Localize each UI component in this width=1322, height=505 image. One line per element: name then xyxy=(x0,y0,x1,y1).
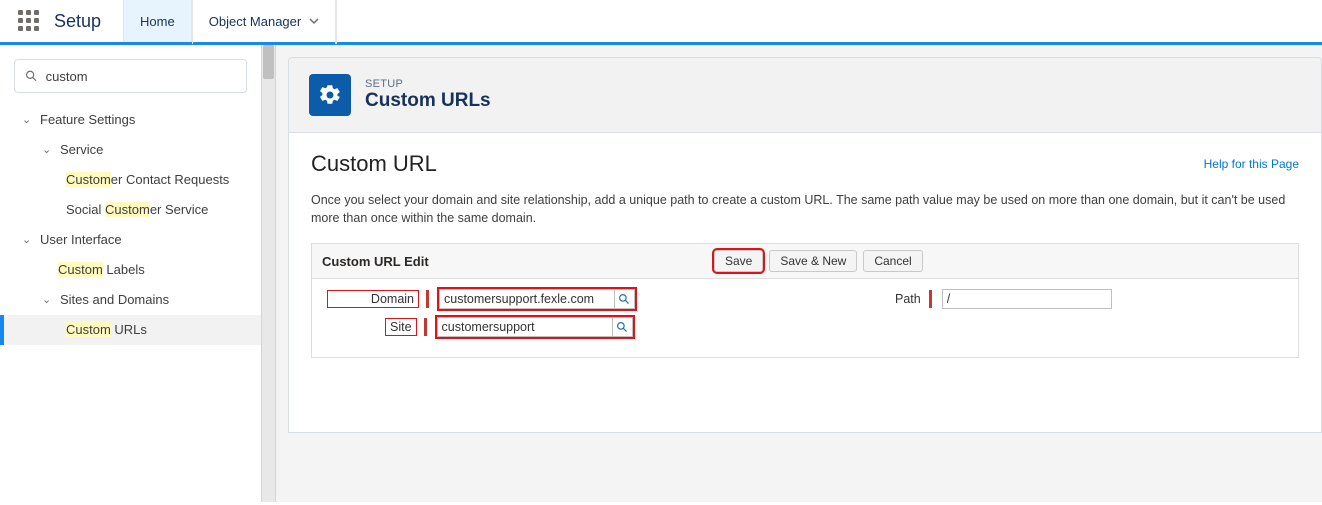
tree-node-sites-domains[interactable]: ⌄ Sites and Domains xyxy=(0,285,261,315)
required-indicator xyxy=(424,318,427,336)
section-description: Once you select your domain and site rel… xyxy=(311,191,1299,227)
path-label: Path xyxy=(895,292,921,306)
help-link[interactable]: Help for this Page xyxy=(1204,157,1299,171)
cancel-button[interactable]: Cancel xyxy=(863,250,922,272)
chevron-down-icon: ⌄ xyxy=(42,291,56,309)
setup-tree: ⌄ Feature Settings ⌄ Service Customer Co… xyxy=(0,105,261,345)
chevron-down-icon: ⌄ xyxy=(22,231,36,249)
tree-node-service[interactable]: ⌄ Service xyxy=(0,135,261,165)
tree-item-social-customer-service[interactable]: Social Customer Service xyxy=(0,195,261,225)
save-and-new-button[interactable]: Save & New xyxy=(769,250,857,272)
page-header: SETUP Custom URLs xyxy=(288,57,1322,133)
tree-label: Sites and Domains xyxy=(60,291,169,309)
search-input[interactable] xyxy=(46,69,236,84)
quick-find-search[interactable] xyxy=(14,59,247,93)
required-indicator xyxy=(929,290,932,308)
edit-header-title: Custom URL Edit xyxy=(322,254,429,269)
detail-panel: Help for this Page Custom URL Once you s… xyxy=(288,133,1322,433)
app-launcher-icon[interactable] xyxy=(18,10,40,32)
path-field-row: Path xyxy=(895,289,1112,309)
site-input[interactable] xyxy=(437,317,613,337)
section-title: Custom URL xyxy=(311,151,1299,177)
tree-node-feature-settings[interactable]: ⌄ Feature Settings xyxy=(0,105,261,135)
domain-label: Domain xyxy=(328,291,418,307)
tree-node-user-interface[interactable]: ⌄ User Interface xyxy=(0,225,261,255)
search-icon xyxy=(25,69,38,83)
tree-label: Custom URLs xyxy=(66,321,147,339)
chevron-down-icon xyxy=(309,14,319,29)
tree-label: Customer Contact Requests xyxy=(66,171,229,189)
tree-label: User Interface xyxy=(40,231,122,249)
tree-item-customer-contact-requests[interactable]: Customer Contact Requests xyxy=(0,165,261,195)
search-icon xyxy=(616,321,629,334)
site-lookup-button[interactable] xyxy=(613,317,633,337)
tab-object-manager[interactable]: Object Manager xyxy=(192,0,337,44)
gear-icon xyxy=(309,74,351,116)
setup-sidebar: ⌄ Feature Settings ⌄ Service Customer Co… xyxy=(0,45,261,502)
site-label: Site xyxy=(386,319,416,335)
main-content: SETUP Custom URLs Help for this Page Cus… xyxy=(276,45,1322,502)
tree-item-custom-urls-active[interactable]: Custom URLs xyxy=(0,315,261,345)
page-title: Custom URLs xyxy=(365,90,491,112)
edit-form: Custom URL Edit Save Save & New Cancel D… xyxy=(311,243,1299,358)
scrollbar-thumb[interactable] xyxy=(263,45,274,79)
top-nav: Setup Home Object Manager xyxy=(0,0,1322,45)
tab-home-label: Home xyxy=(140,14,175,29)
site-field-row: Site xyxy=(328,317,635,337)
app-title: Setup xyxy=(54,11,101,32)
tree-label: Social Customer Service xyxy=(66,201,208,219)
tree-label: Feature Settings xyxy=(40,111,135,129)
search-icon xyxy=(618,293,631,306)
site-lookup xyxy=(437,317,633,337)
page-eyebrow: SETUP xyxy=(365,78,491,90)
domain-input[interactable] xyxy=(439,289,615,309)
path-input[interactable] xyxy=(942,289,1112,309)
tab-object-manager-label: Object Manager xyxy=(209,14,302,29)
domain-lookup xyxy=(439,289,635,309)
domain-field-row: Domain xyxy=(328,289,635,309)
chevron-down-icon: ⌄ xyxy=(22,111,36,129)
required-indicator xyxy=(426,290,429,308)
tab-home[interactable]: Home xyxy=(123,0,192,42)
save-button[interactable]: Save xyxy=(714,250,763,272)
sidebar-scrollbar[interactable] xyxy=(261,45,276,502)
chevron-down-icon: ⌄ xyxy=(42,141,56,159)
domain-lookup-button[interactable] xyxy=(615,289,635,309)
tree-label: Service xyxy=(60,141,103,159)
tree-label: Custom Labels xyxy=(58,261,145,279)
tree-item-custom-labels[interactable]: Custom Labels xyxy=(0,255,261,285)
